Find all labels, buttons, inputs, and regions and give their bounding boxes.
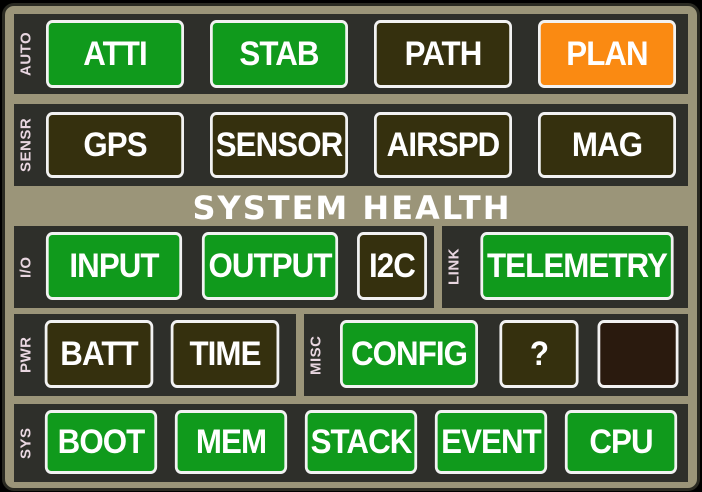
sensor-button[interactable]: SENSOR xyxy=(210,112,348,178)
sys-group-label: SYS xyxy=(17,427,35,459)
boot-button[interactable]: BOOT xyxy=(44,410,158,474)
system-health-title: SYSTEM HEALTH xyxy=(192,189,512,227)
link-group-label: LINK xyxy=(445,248,463,286)
gps-button[interactable]: GPS xyxy=(46,112,184,178)
plan-button[interactable]: PLAN xyxy=(538,20,676,88)
airspd-button[interactable]: AIRSPD xyxy=(374,112,512,178)
stab-button[interactable]: STAB xyxy=(210,20,348,88)
cpu-button[interactable]: CPU xyxy=(564,410,678,474)
pwr-group-label: PWR xyxy=(17,336,35,374)
output-button[interactable]: OUTPUT xyxy=(201,232,339,300)
mem-button[interactable]: MEM xyxy=(174,410,288,474)
stack-button[interactable]: STACK xyxy=(304,410,418,474)
mag-button[interactable]: MAG xyxy=(538,112,676,178)
config-button[interactable]: CONFIG xyxy=(340,320,478,388)
atti-button[interactable]: ATTI xyxy=(46,20,184,88)
auto-group-label: AUTO xyxy=(17,31,35,77)
telemetry-button[interactable]: TELEMETRY xyxy=(480,232,674,300)
sensr-group-label: SENSR xyxy=(17,117,35,173)
input-button[interactable]: INPUT xyxy=(45,232,183,300)
time-button[interactable]: TIME xyxy=(170,320,280,388)
unknown-button[interactable]: ? xyxy=(499,320,579,388)
batt-button[interactable]: BATT xyxy=(44,320,154,388)
path-button[interactable]: PATH xyxy=(374,20,512,88)
i2c-button[interactable]: I2C xyxy=(357,232,427,300)
io-group-label: I/O xyxy=(17,256,35,278)
blank-button[interactable] xyxy=(597,320,679,388)
event-button[interactable]: EVENT xyxy=(434,410,548,474)
misc-group-label: MISC xyxy=(307,335,325,375)
